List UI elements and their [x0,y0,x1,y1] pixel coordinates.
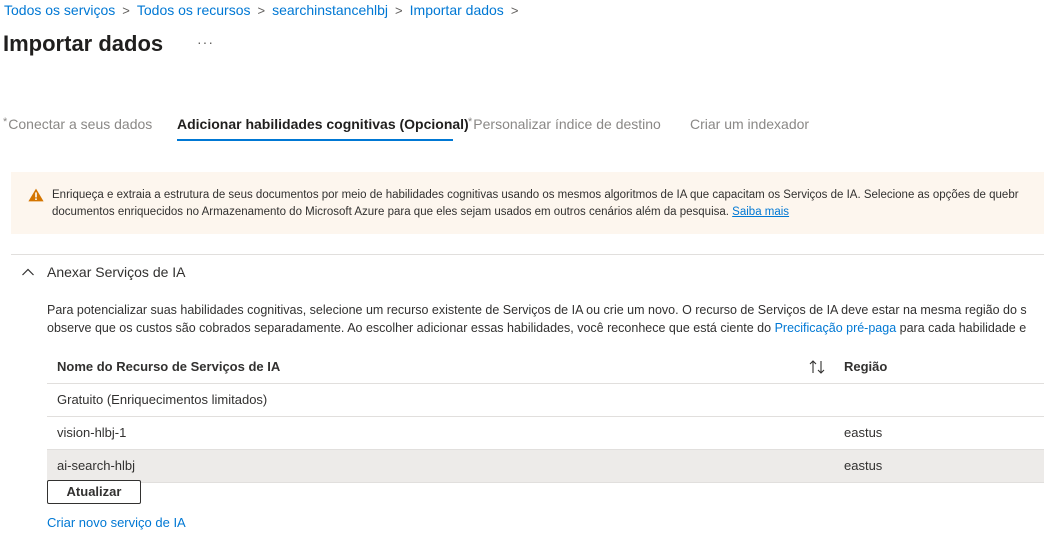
pricing-link[interactable]: Precificação pré-paga [775,321,897,335]
resource-name: vision-hlbj-1 [57,425,127,440]
table-row-selected[interactable]: ai-search-hlbj eastus [47,450,1044,483]
refresh-button[interactable]: Atualizar [47,480,141,504]
section-divider [11,254,1044,255]
chevron-right-icon: > [510,3,519,18]
resource-name: Gratuito (Enriquecimentos limitados) [57,392,268,407]
section-description: Para potencializar suas habilidades cogn… [47,301,1027,337]
tab-personalizar-indice[interactable]: *Personalizar índice de destino [468,116,661,132]
required-marker: * [468,116,473,128]
breadcrumb: Todos os serviços > Todos os recursos > sear… [4,2,525,18]
create-ai-service-link[interactable]: Criar novo serviço de IA [47,515,186,530]
description-text: observe que os custos são cobrados separ… [47,321,772,335]
info-banner: Enriqueça e extraia a estrutura de seus … [11,172,1044,234]
tab-label: Criar um indexador [690,116,810,132]
tab-habilidades-cognitivas[interactable]: Adicionar habilidades cognitivas (Opcion… [177,116,469,132]
active-tab-indicator [177,139,453,141]
sort-icon[interactable] [808,359,826,375]
description-line-1: Para potencializar suas habilidades cogn… [47,303,1027,317]
learn-more-link[interactable]: Saiba mais [732,206,789,218]
breadcrumb-item-importar-dados[interactable]: Importar dados [410,2,504,18]
required-marker: * [3,116,8,128]
tab-conectar-dados[interactable]: *Conectar a seus dados [3,116,152,132]
table-row[interactable]: Gratuito (Enriquecimentos limitados) [47,384,1044,417]
section-title[interactable]: Anexar Serviços de IA [47,264,186,280]
table-row[interactable]: vision-hlbj-1 eastus [47,417,1044,450]
resource-region: eastus [844,458,883,473]
ai-services-table: Nome do Recurso de Serviços de IA Região… [47,350,1044,483]
banner-text: documentos enriquecidos no Armazenamento… [52,206,729,218]
resource-name: ai-search-hlbj [57,458,136,473]
breadcrumb-item-todos-os-recursos[interactable]: Todos os recursos [137,2,251,18]
table-header-row: Nome do Recurso de Serviços de IA Região [47,350,1044,384]
more-options-icon[interactable]: ··· [197,34,214,50]
chevron-right-icon: > [395,3,403,18]
banner-message: Enriqueça e extraia a estrutura de seus … [52,187,1044,221]
breadcrumb-item-todos-os-servicos[interactable]: Todos os serviços [4,2,115,18]
resource-region: eastus [844,425,883,440]
warning-icon [28,188,44,202]
description-line-2: observe que os custos são cobrados separ… [47,319,1027,337]
banner-text-line-2: documentos enriquecidos no Armazenamento… [52,204,1044,221]
chevron-right-icon: > [257,3,266,18]
banner-text-line-1: Enriqueça e extraia a estrutura de seus … [52,189,1019,201]
description-text: para cada habilidade e [899,321,1027,335]
chevron-right-icon: > [122,3,130,18]
tab-label: Personalizar índice de destino [473,116,661,132]
tab-label: Adicionar habilidades cognitivas (Opcion… [177,116,469,132]
breadcrumb-item-search-instance[interactable]: searchinstancehlbj [272,2,388,18]
chevron-up-icon[interactable] [20,264,36,280]
tab-label: Conectar a seus dados [8,116,153,132]
column-header-name[interactable]: Nome do Recurso de Serviços de IA [57,350,280,383]
tab-criar-indexador[interactable]: Criar um indexador [690,116,809,132]
page-title: Importar dados [3,31,164,56]
column-header-region[interactable]: Região [844,350,887,383]
